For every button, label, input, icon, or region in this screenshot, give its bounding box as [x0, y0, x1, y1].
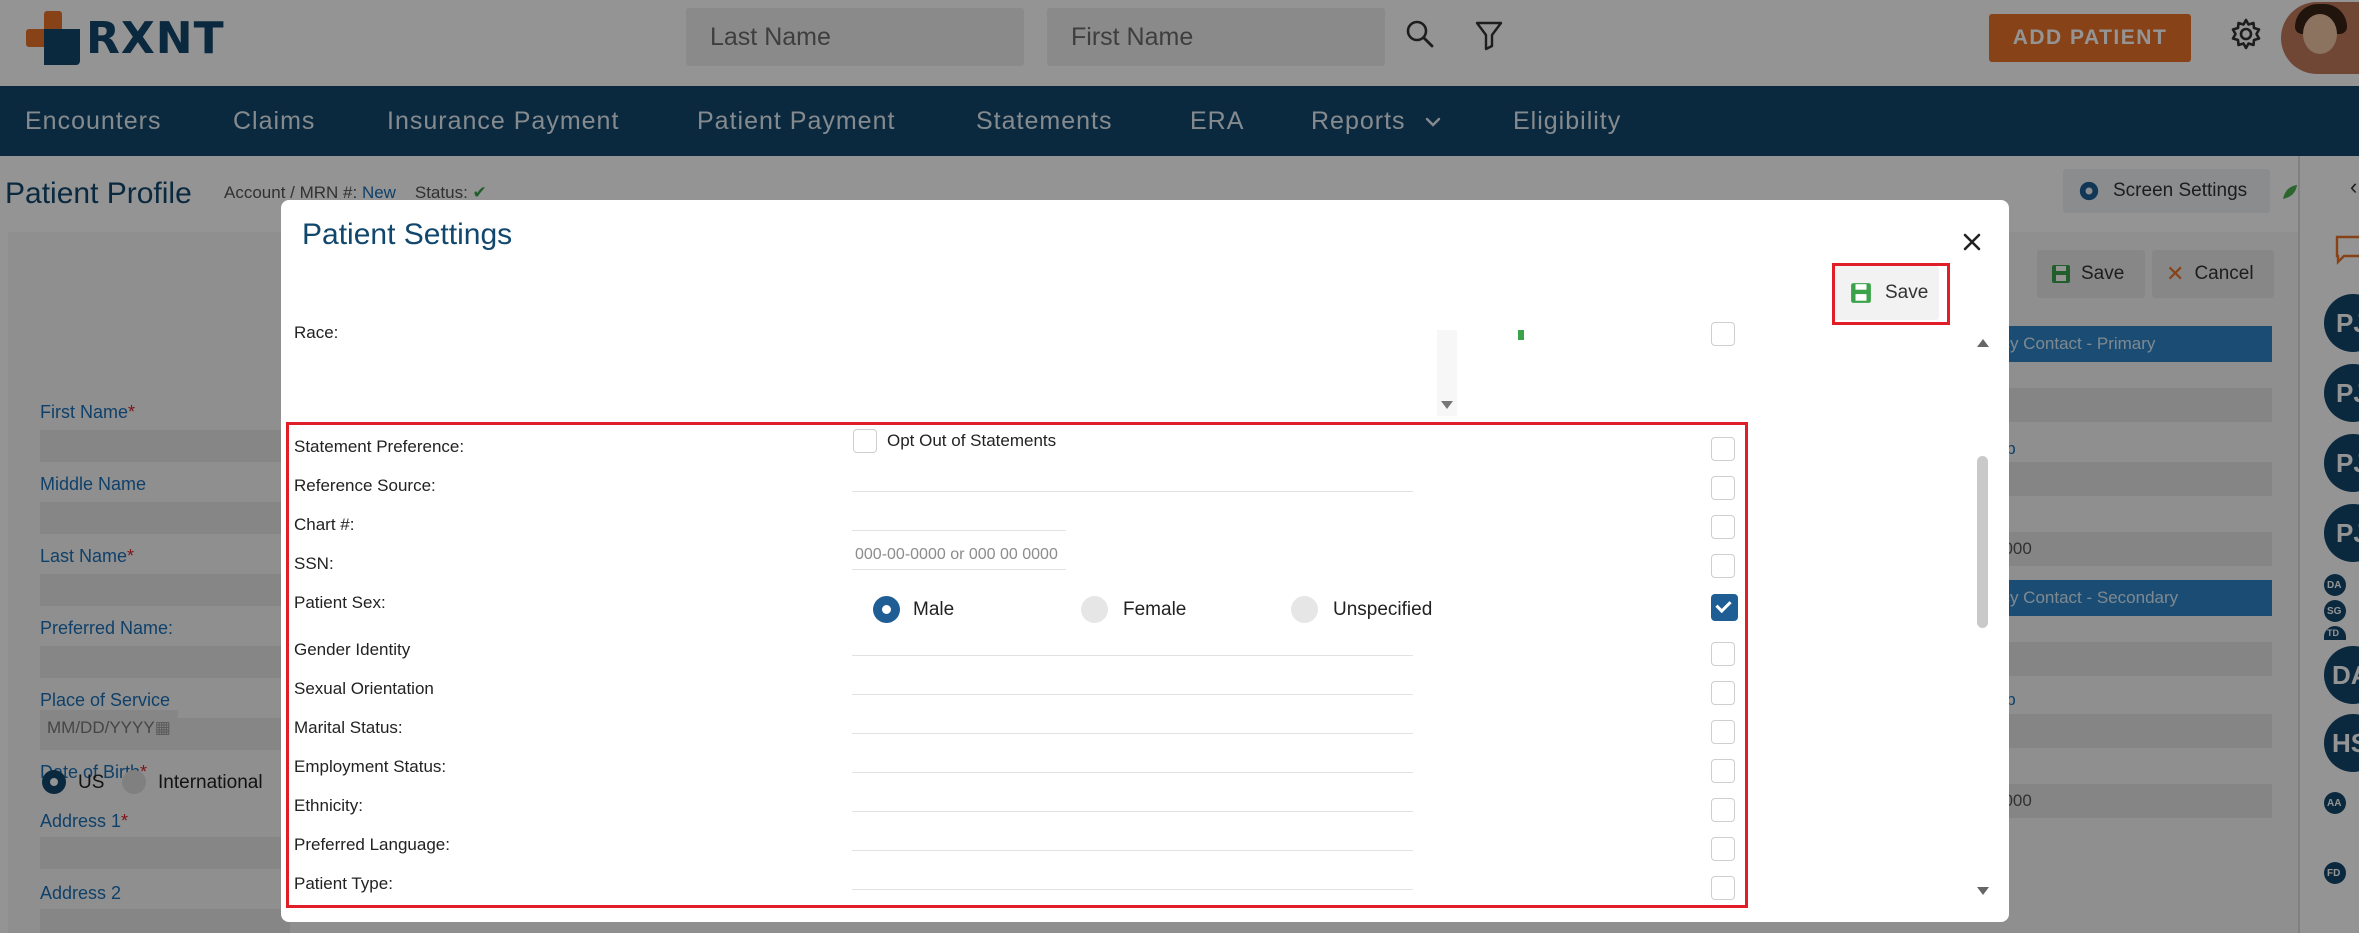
- close-icon[interactable]: [1960, 230, 1984, 254]
- save-button-highlight: [1832, 263, 1950, 325]
- race-visibility-checkbox[interactable]: [1711, 322, 1735, 346]
- patient-settings-modal: Patient Settings Save Race: Statement Pr…: [281, 200, 2009, 922]
- race-label: Race:: [294, 323, 339, 342]
- race-scroll-down-icon[interactable]: [1440, 400, 1454, 410]
- scroll-down-icon[interactable]: [1976, 886, 1990, 896]
- scroll-up-icon[interactable]: [1976, 338, 1990, 348]
- modal-title: Patient Settings: [302, 218, 513, 251]
- scroll-thumb[interactable]: [1977, 456, 1988, 628]
- race-list-scroll[interactable]: [1437, 330, 1457, 416]
- modal-scrollbar[interactable]: [1974, 338, 1992, 908]
- race-indicator: [1518, 330, 1524, 340]
- settings-rows-highlight: [286, 422, 1748, 908]
